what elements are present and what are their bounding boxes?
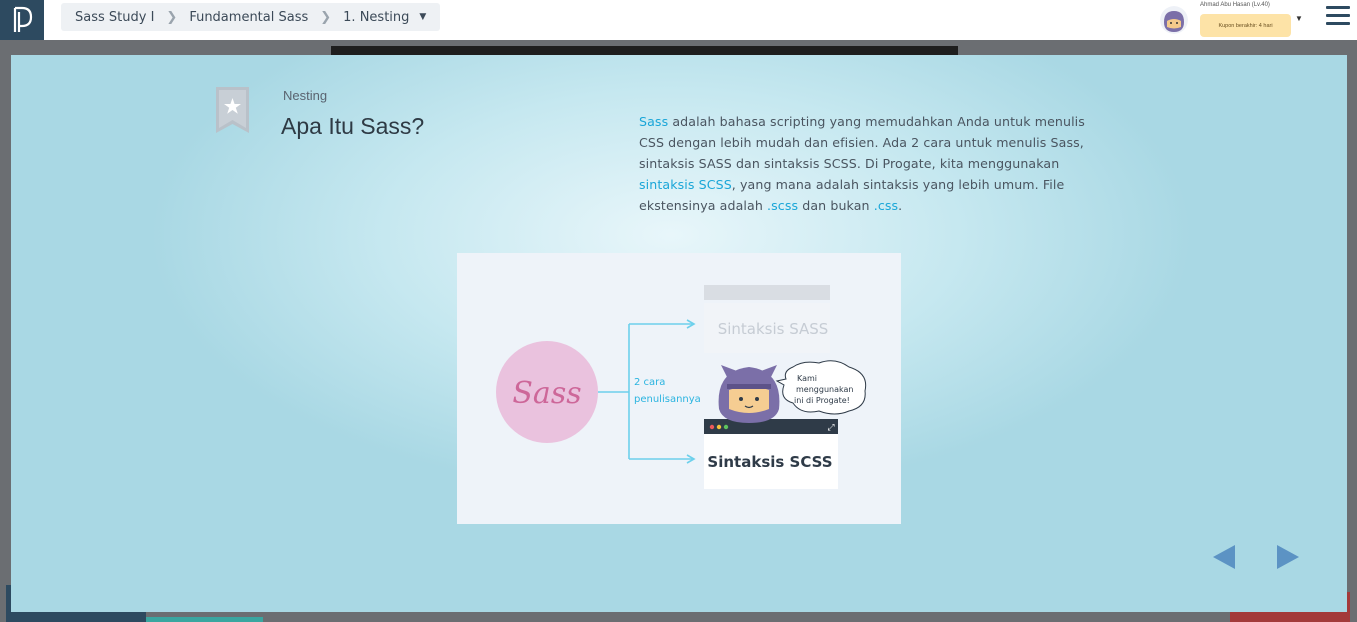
slide-title: Apa Itu Sass?: [281, 113, 425, 139]
desc-text: dan bukan: [798, 198, 874, 213]
highlight-scss-syntax: sintaksis SCSS: [639, 177, 732, 192]
highlight-scss-ext: .scss: [767, 198, 799, 213]
progress-strip: [146, 617, 263, 622]
expand-icon: ⤢: [826, 423, 834, 433]
slide-modal: Nesting Apa Itu Sass? Sass adalah bahasa…: [11, 55, 1347, 612]
avatar[interactable]: [1160, 6, 1188, 34]
user-name: Ahmad Abu Hasan (Lv.40): [1200, 2, 1270, 8]
chevron-right-icon: ❯: [320, 9, 332, 25]
bubble-line-1: Kami: [797, 374, 817, 383]
breadcrumb: Sass Study I ❯ Fundamental Sass ❯ 1. Nes…: [61, 3, 441, 31]
desc-text: .: [898, 198, 903, 213]
scss-syntax-label: Sintaksis SCSS: [707, 453, 832, 471]
sass-syntax-label: Sintaksis SASS: [718, 320, 829, 338]
desc-text: adalah bahasa scripting yang memudahkan …: [639, 114, 1085, 171]
bookmark-star-icon[interactable]: [216, 87, 249, 133]
progate-logo-icon: [13, 6, 33, 32]
bubble-line-2: menggunakan: [796, 385, 853, 394]
breadcrumb-course[interactable]: Sass Study I: [75, 10, 154, 25]
breadcrumb-lesson[interactable]: 1. Nesting: [343, 10, 409, 25]
lesson-tag: Nesting: [283, 88, 328, 103]
sass-logo-text: Sass: [512, 376, 581, 411]
coupon-badge: Kupon berakhir: 4 hari: [1200, 14, 1291, 37]
user-menu[interactable]: Ahmad Abu Hasan (Lv.40) Kupon berakhir: …: [1158, 2, 1308, 38]
ways-label-2: penulisannya: [634, 394, 701, 405]
hamburger-menu-icon[interactable]: [1326, 6, 1350, 28]
ninja-character-icon: [718, 365, 780, 423]
highlight-css-ext: .css: [873, 198, 899, 213]
top-bar: Sass Study I ❯ Fundamental Sass ❯ 1. Nes…: [0, 0, 1357, 40]
slide-description: Sass adalah bahasa scripting yang memuda…: [639, 111, 1109, 216]
chevron-right-icon: ❯: [166, 9, 178, 25]
bubble-line-3: ini di Progate!: [794, 396, 850, 405]
breadcrumb-chapter[interactable]: Fundamental Sass: [189, 10, 308, 25]
ways-label-1: 2 cara: [634, 377, 665, 388]
illustration-svg: Sass 2 cara penulisannya Sintaksis SASS …: [496, 285, 867, 489]
previous-slide-icon[interactable]: [1211, 543, 1239, 571]
caret-down-icon[interactable]: ▼: [1295, 14, 1303, 23]
next-slide-icon[interactable]: [1273, 543, 1301, 571]
highlight-sass: Sass: [639, 114, 669, 129]
progate-logo[interactable]: [0, 0, 44, 40]
sass-window-bar: [704, 285, 830, 300]
ninja-avatar-icon: [1160, 6, 1188, 34]
sass-syntax-illustration: Sass 2 cara penulisannya Sintaksis SASS …: [457, 253, 901, 524]
caret-down-icon[interactable]: ▼: [419, 12, 426, 22]
